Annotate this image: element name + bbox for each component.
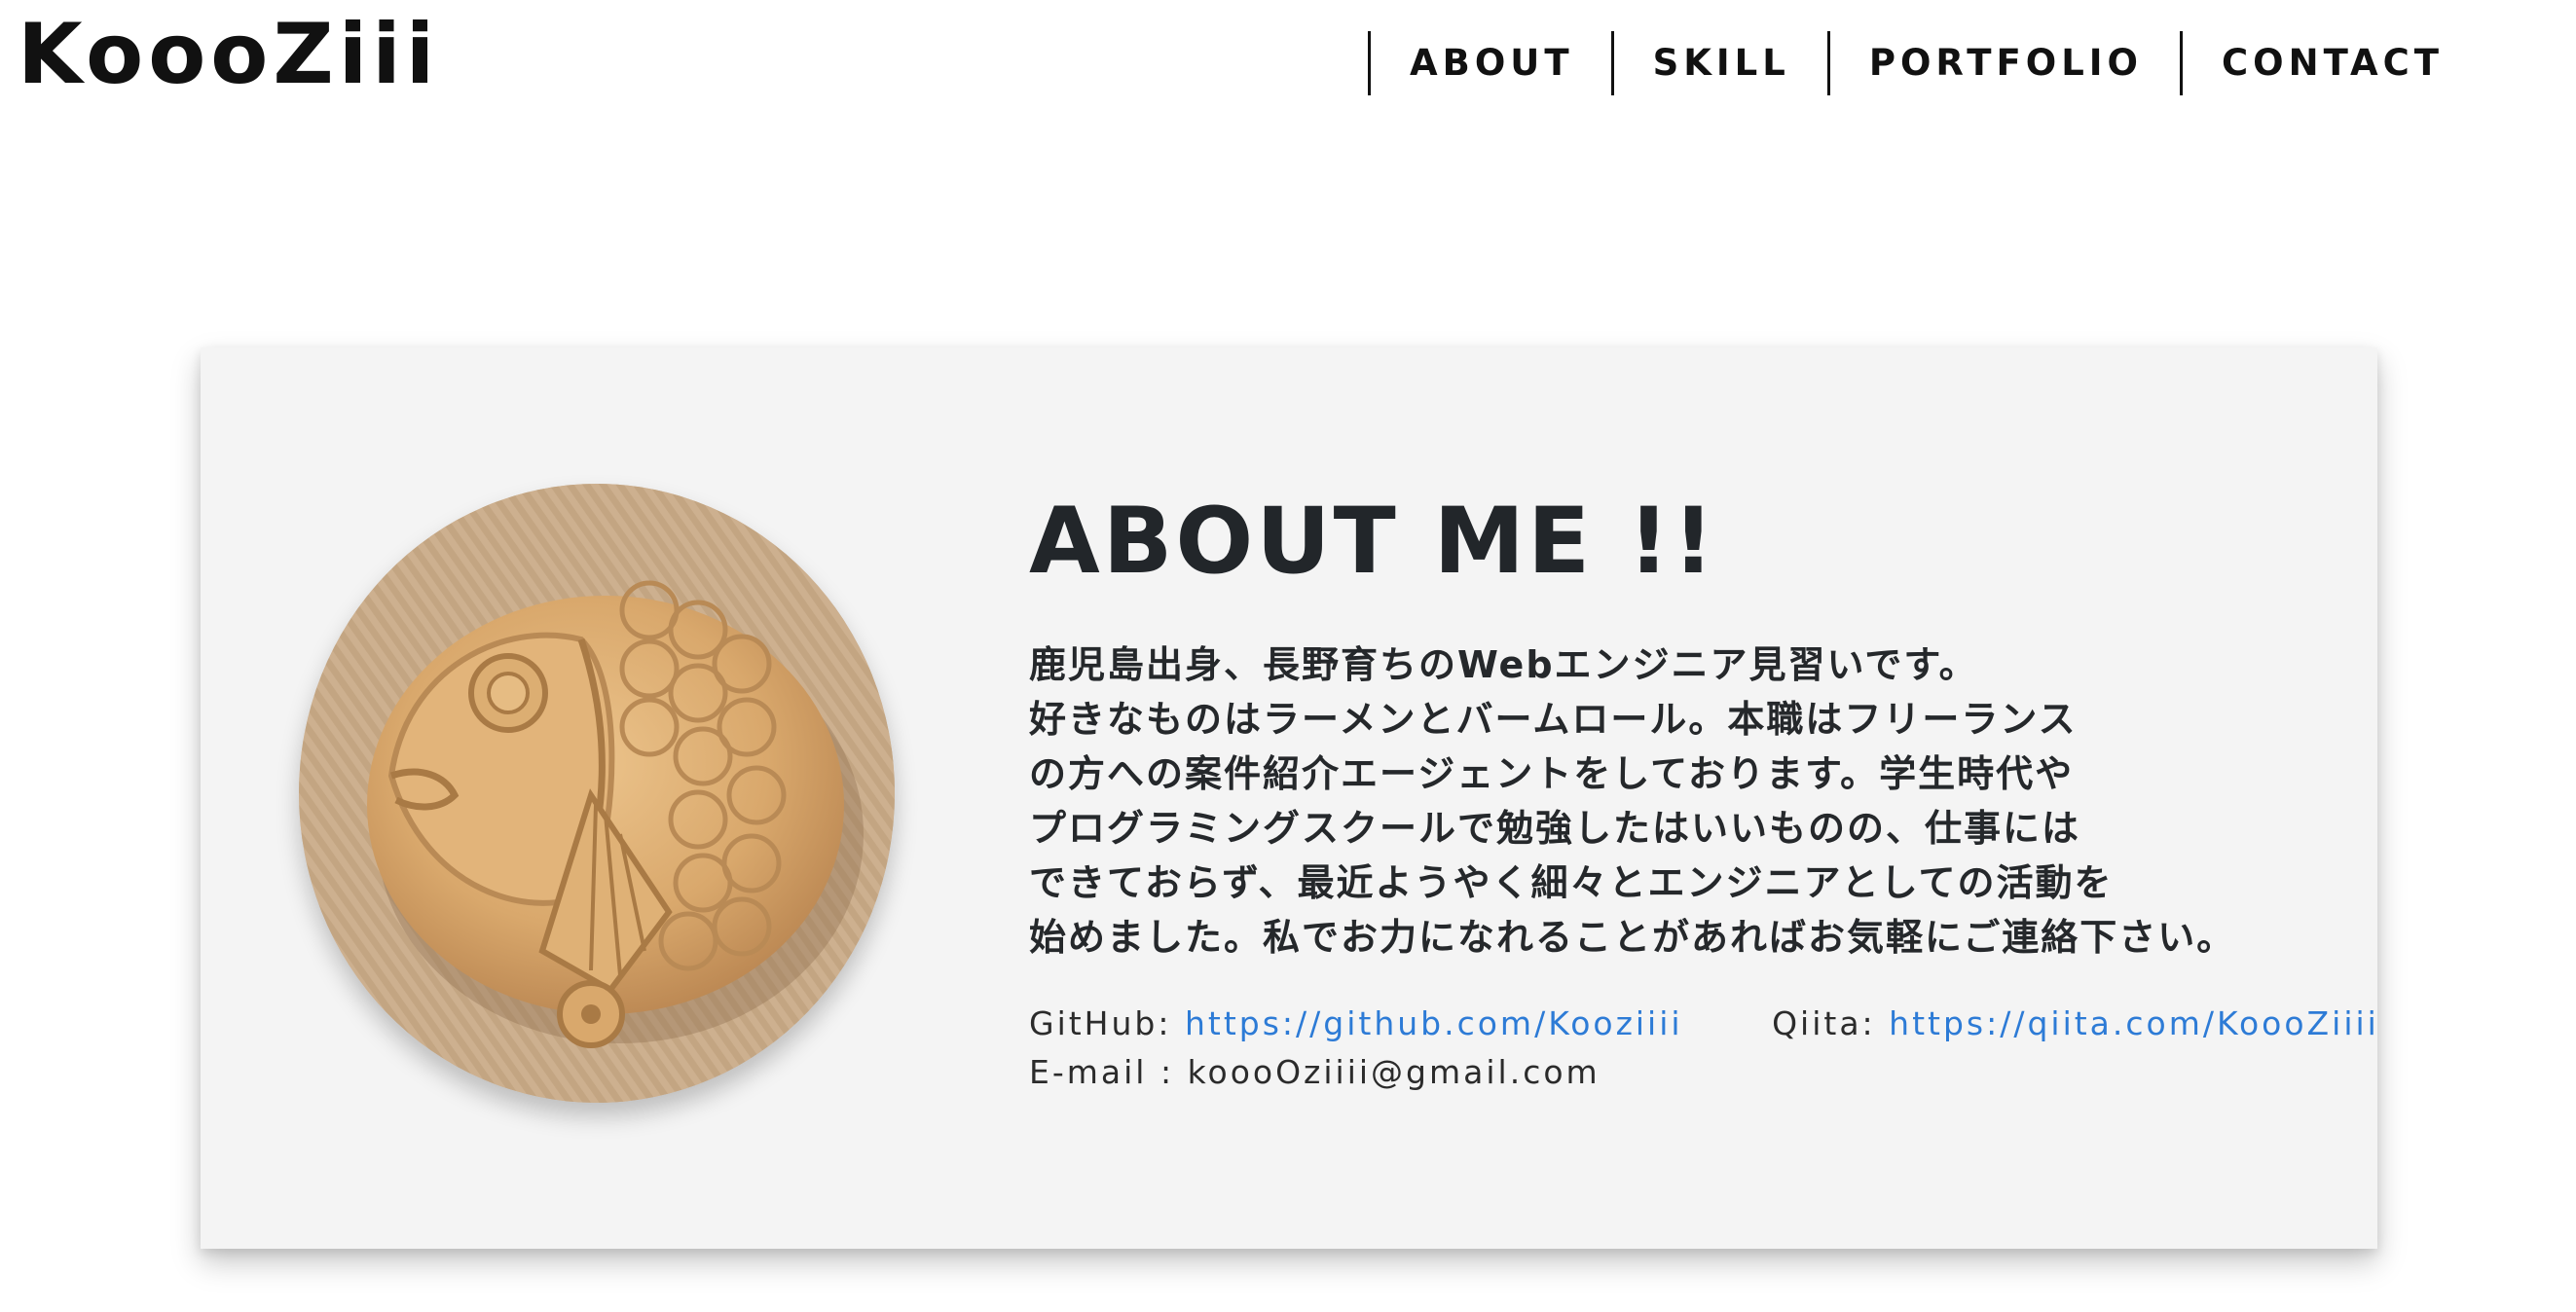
- site-logo[interactable]: KoooZiii: [18, 2, 439, 107]
- about-bio: 鹿児島出身、長野育ちのWebエンジニア見習いです。 好きなものはラーメンとバーム…: [1029, 638, 2334, 965]
- about-card: ABOUT ME !! 鹿児島出身、長野育ちのWebエンジニア見習いです。 好き…: [201, 347, 2377, 1249]
- social-links-row: GitHub: https://github.com/Kooziiii Qiit…: [1029, 1000, 2379, 1048]
- avatar: [299, 484, 895, 1103]
- nav-about-link[interactable]: ABOUT: [1371, 31, 1611, 95]
- bio-line: の方への案件紹介エージェントをしております。学生時代や: [1029, 752, 2075, 795]
- qiita-group: Qiita: https://qiita.com/KoooZiiii: [1772, 1004, 2379, 1042]
- email-address: koooOziiii@gmail.com: [1187, 1053, 1601, 1091]
- bio-line: 鹿児島出身、長野育ちのWebエンジニア見習いです。: [1029, 643, 1978, 686]
- nav-skill-link[interactable]: SKILL: [1614, 31, 1827, 95]
- qiita-link[interactable]: https://qiita.com/KoooZiiii: [1889, 1004, 2379, 1042]
- qiita-label: Qiita:: [1772, 1004, 1876, 1042]
- github-link[interactable]: https://github.com/Kooziiii: [1185, 1004, 1683, 1042]
- github-label: GitHub:: [1029, 1004, 1172, 1042]
- email-row: E-mail : koooOziiii@gmail.com: [1029, 1048, 2379, 1097]
- nav-contact-link[interactable]: CONTACT: [2183, 31, 2481, 95]
- bio-line: プログラミングスクールで勉強したはいいものの、仕事には: [1029, 807, 2081, 850]
- nav-portfolio-link[interactable]: PORTFOLIO: [1830, 31, 2180, 95]
- main-nav: ABOUT SKILL PORTFOLIO CONTACT: [1368, 31, 2481, 95]
- bio-line: 好きなものはラーメンとバームロール。本職はフリーランス: [1029, 698, 2078, 741]
- bio-line: できておらず、最近ようやく細々とエンジニアとしての活動を: [1029, 861, 2114, 904]
- contact-info: GitHub: https://github.com/Kooziiii Qiit…: [1029, 1000, 2379, 1097]
- about-title: ABOUT ME !!: [1029, 489, 1717, 595]
- taiyaki-photo-icon: [299, 484, 895, 1103]
- email-label: E-mail :: [1029, 1053, 1175, 1091]
- bio-line: 始めました。私でお力になれることがあればお気軽にご連絡下さい。: [1029, 916, 2236, 959]
